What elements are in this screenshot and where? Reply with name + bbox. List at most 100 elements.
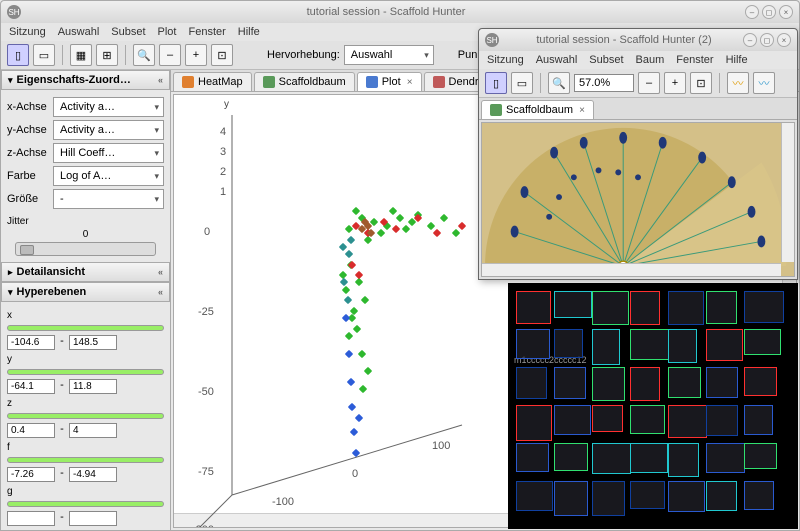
heatmap-cell[interactable] <box>592 367 625 401</box>
range-hi-g[interactable] <box>69 511 117 526</box>
zoom-in-icon[interactable]: + <box>185 44 207 66</box>
close-button[interactable]: × <box>779 5 793 19</box>
heatmap-cell[interactable] <box>744 481 774 510</box>
heatmap-cell[interactable] <box>592 481 625 516</box>
menu-hilfe[interactable]: Hilfe <box>238 26 260 38</box>
menu-sitzung[interactable]: Sitzung <box>487 54 524 66</box>
tab-close-icon[interactable]: × <box>407 77 413 88</box>
hervorhebung-dropdown[interactable]: Auswahl <box>344 45 434 65</box>
maximize-button[interactable]: ◻ <box>760 33 774 47</box>
heatmap-cell[interactable] <box>554 291 592 318</box>
layout1-button[interactable]: ▯ <box>485 72 507 94</box>
prop-dropdown-2[interactable]: Hill Coeff… <box>53 143 164 163</box>
range-lo-x[interactable] <box>7 335 55 350</box>
heatmap-cell[interactable] <box>668 291 704 325</box>
menu-baum[interactable]: Baum <box>636 54 665 66</box>
zoom-input[interactable] <box>574 74 634 92</box>
range-hi-x[interactable] <box>69 335 117 350</box>
radial-tree-view[interactable] <box>481 122 795 277</box>
heatmap-cell[interactable] <box>630 443 668 473</box>
heatmap-cell[interactable] <box>706 481 737 511</box>
heatmap-cell[interactable] <box>668 329 697 363</box>
zoom-fit-icon[interactable]: 🔍 <box>548 72 570 94</box>
heatmap-cell[interactable] <box>744 329 781 355</box>
tab-heatmap[interactable]: HeatMap <box>173 72 252 91</box>
detail-panel-header[interactable]: ▸ Detailansicht « <box>1 262 170 282</box>
heatmap-cell[interactable] <box>706 443 745 473</box>
horizontal-scrollbar[interactable] <box>482 263 781 276</box>
range-slider-g[interactable] <box>7 501 164 507</box>
heatmap-cell[interactable] <box>630 329 669 360</box>
heatmap-cell[interactable] <box>630 405 665 434</box>
range-lo-y[interactable] <box>7 379 55 394</box>
prop-dropdown-3[interactable]: Log of A… <box>53 166 164 186</box>
vertical-scrollbar[interactable] <box>781 123 794 262</box>
heatmap-cell[interactable] <box>668 367 701 398</box>
zoom-in-icon[interactable]: + <box>664 72 686 94</box>
minimize-button[interactable]: – <box>745 5 759 19</box>
heatmap-cell[interactable] <box>744 291 784 323</box>
grid-icon[interactable]: ▦ <box>70 44 92 66</box>
heatmap-cell[interactable] <box>744 405 773 435</box>
range-lo-z[interactable] <box>7 423 55 438</box>
menu-fenster[interactable]: Fenster <box>189 26 226 38</box>
heatmap-cell[interactable] <box>706 405 738 436</box>
range-slider-y[interactable] <box>7 369 164 375</box>
zoom-region-icon[interactable]: ⊡ <box>690 72 712 94</box>
tab-plot[interactable]: Plot× <box>357 72 422 91</box>
ruler-icon[interactable]: ⊞ <box>96 44 118 66</box>
maximize-button[interactable]: ◻ <box>762 5 776 19</box>
heatmap-cell[interactable] <box>668 405 707 438</box>
heatmap-cell[interactable] <box>516 367 547 399</box>
heatmap-cell[interactable] <box>592 291 629 325</box>
zoom-out-icon[interactable]: – <box>159 44 181 66</box>
heatmap-cell[interactable] <box>744 443 777 469</box>
heatmap-cell[interactable] <box>744 367 777 396</box>
menu-auswahl[interactable]: Auswahl <box>58 26 100 38</box>
minimize-button[interactable]: – <box>743 33 757 47</box>
menu-sitzung[interactable]: Sitzung <box>9 26 46 38</box>
heatmap-cell[interactable] <box>592 405 623 432</box>
properties-panel-header[interactable]: ▾ Eigenschafts-Zuord… « <box>1 70 170 90</box>
zoom-region-icon[interactable]: ⊡ <box>211 44 233 66</box>
heatmap-cell[interactable] <box>706 329 743 361</box>
heatmap-cell[interactable] <box>554 367 586 399</box>
hyper-panel-header[interactable]: ▾ Hyperebenen « <box>1 282 170 302</box>
range-lo-g[interactable] <box>7 511 55 526</box>
heatmap-view[interactable]: m1ccccc2ccccc12 <box>508 283 798 529</box>
heatmap-cell[interactable] <box>554 405 591 435</box>
heatmap-cell[interactable] <box>554 443 588 471</box>
heatmap-cell[interactable] <box>516 481 553 511</box>
heatmap-cell[interactable] <box>630 367 660 401</box>
layout1-button[interactable]: ▯ <box>7 44 29 66</box>
zoom-fit-icon[interactable]: 🔍 <box>133 44 155 66</box>
prop-dropdown-4[interactable]: - <box>53 189 164 209</box>
close-button[interactable]: × <box>777 33 791 47</box>
heatmap-cell[interactable] <box>516 291 551 324</box>
range-slider-f[interactable] <box>7 457 164 463</box>
heatmap-cell[interactable] <box>706 367 738 398</box>
heatmap-cell[interactable] <box>592 443 631 474</box>
jitter-slider[interactable] <box>15 242 156 256</box>
menu-hilfe[interactable]: Hilfe <box>726 54 748 66</box>
tab-close-icon[interactable]: × <box>579 105 585 116</box>
tab-scaffoldbaum[interactable]: Scaffoldbaum <box>254 72 355 91</box>
zoom-out-icon[interactable]: – <box>638 72 660 94</box>
menu-subset[interactable]: Subset <box>589 54 623 66</box>
menu-auswahl[interactable]: Auswahl <box>536 54 578 66</box>
range-hi-y[interactable] <box>69 379 117 394</box>
heatmap-cell[interactable] <box>706 291 737 324</box>
prop-dropdown-1[interactable]: Activity a… <box>53 120 164 140</box>
heatmap-cell[interactable] <box>554 481 588 516</box>
range-slider-z[interactable] <box>7 413 164 419</box>
tab-scaffoldbaum[interactable]: Scaffoldbaum × <box>481 100 594 119</box>
range-hi-z[interactable] <box>69 423 117 438</box>
heatmap-cell[interactable] <box>630 291 660 325</box>
heatmap-cell[interactable] <box>516 329 550 359</box>
heatmap-cell[interactable] <box>592 329 620 365</box>
brush1-icon[interactable]: 〰 <box>727 72 749 94</box>
heatmap-cell[interactable] <box>516 405 552 441</box>
heatmap-cell[interactable] <box>668 481 705 512</box>
prop-dropdown-0[interactable]: Activity a… <box>53 97 164 117</box>
range-lo-f[interactable] <box>7 467 55 482</box>
